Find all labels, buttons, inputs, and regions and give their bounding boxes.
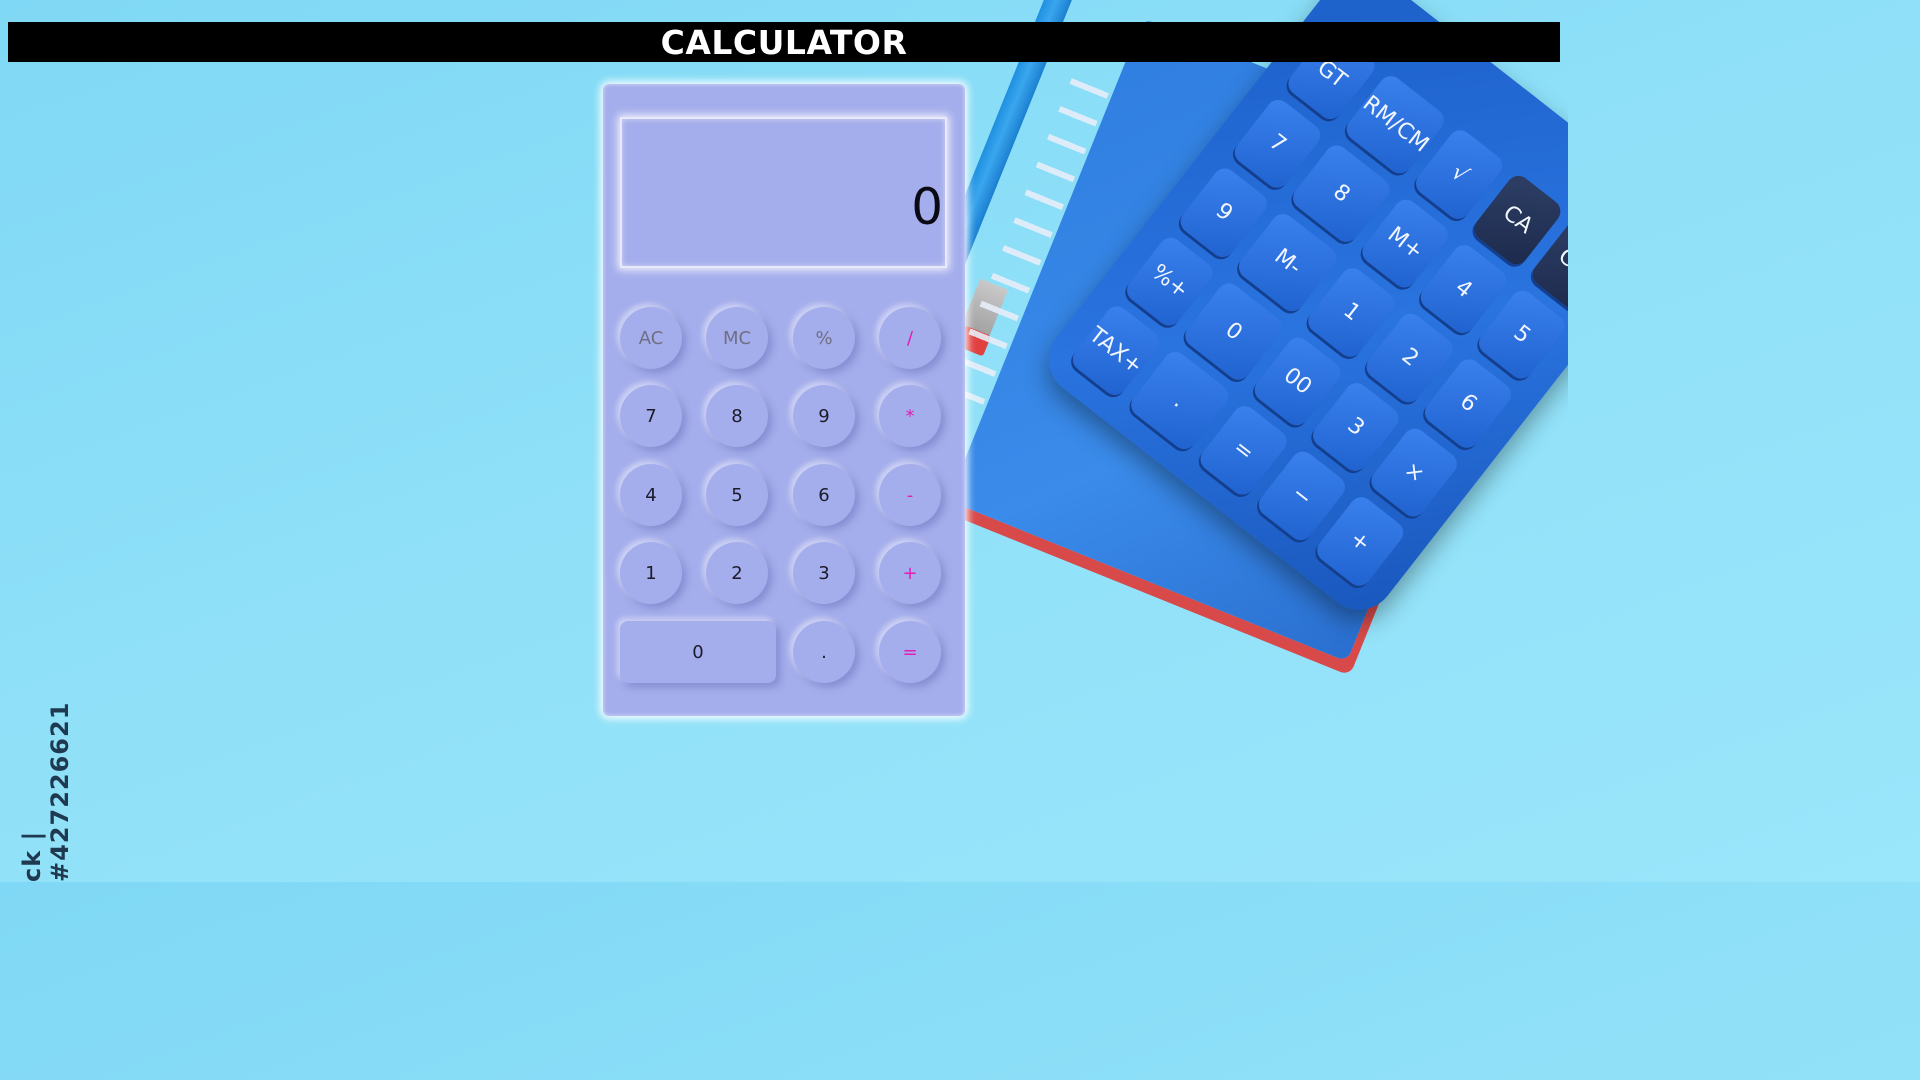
page-title: CALCULATOR	[660, 22, 908, 62]
digit-9-button[interactable]: 9	[793, 385, 855, 447]
divide-button[interactable]: /	[879, 307, 941, 369]
all-clear-button[interactable]: AC	[620, 307, 682, 369]
display-value: 0	[911, 178, 943, 236]
calculator-display: 0	[620, 117, 947, 268]
digit-7-button[interactable]: 7	[620, 385, 682, 447]
decimal-button[interactable]: .	[793, 621, 855, 683]
title-bar: CALCULATOR	[8, 22, 1560, 62]
digit-5-button[interactable]: 5	[706, 464, 768, 526]
memory-clear-button[interactable]: MC	[706, 307, 768, 369]
digit-8-button[interactable]: 8	[706, 385, 768, 447]
digit-0-button[interactable]: 0	[620, 621, 776, 683]
subtract-button[interactable]: -	[879, 464, 941, 526]
stock-watermark-id: ck | #427226621	[18, 701, 74, 882]
equals-button[interactable]: =	[879, 621, 941, 683]
percent-button[interactable]: %	[793, 307, 855, 369]
calculator: 0 AC MC % / 7 8 9 * 4 5 6 - 1 2 3 + 0 . …	[603, 84, 965, 716]
digit-4-button[interactable]: 4	[620, 464, 682, 526]
multiply-button[interactable]: *	[879, 385, 941, 447]
digit-6-button[interactable]: 6	[793, 464, 855, 526]
digit-2-button[interactable]: 2	[706, 542, 768, 604]
add-button[interactable]: +	[879, 542, 941, 604]
digit-1-button[interactable]: 1	[620, 542, 682, 604]
digit-3-button[interactable]: 3	[793, 542, 855, 604]
